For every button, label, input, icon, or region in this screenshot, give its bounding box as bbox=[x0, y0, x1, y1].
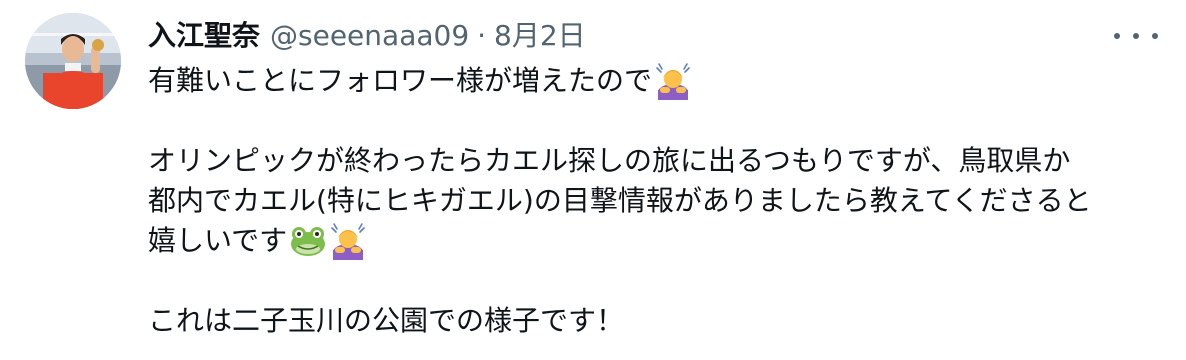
tweet-header: 入江聖奈 @seeenaaa09 · 8月2日 bbox=[148, 16, 586, 56]
tweet-date[interactable]: 8月2日 bbox=[494, 16, 586, 56]
tweet-line: 有難いことにフォロワー様が増えたので bbox=[148, 61, 1168, 101]
author-display-name[interactable]: 入江聖奈 bbox=[148, 16, 260, 56]
tweet-line-text: これは二子玉川の公園での様子です！ bbox=[148, 304, 625, 337]
header-separator: · bbox=[477, 19, 487, 52]
author-handle[interactable]: @seeenaaa09 bbox=[270, 16, 469, 56]
tweet-line: これは二子玉川の公園での様子です！ bbox=[148, 301, 1168, 341]
avatar[interactable] bbox=[25, 13, 121, 109]
more-dot bbox=[1114, 33, 1120, 39]
tweet-line-text: 有難いことにフォロワー様が増えたので bbox=[148, 64, 653, 97]
frog-face-emoji bbox=[289, 222, 327, 260]
tweet-text: 有難いことにフォロワー様が増えたので オリンピックが終わったらカエル探しの旅に出… bbox=[148, 61, 1168, 341]
avatar-photo bbox=[25, 13, 121, 109]
tweet-line: 嬉しいです bbox=[148, 221, 1168, 261]
person-bowing-emoji bbox=[654, 62, 692, 100]
tweet-line-text: 嬉しいです bbox=[148, 224, 288, 257]
tweet-line: オリンピックが終わったらカエル探しの旅に出るつもりですが、鳥取県か bbox=[148, 141, 1168, 181]
more-dot bbox=[1152, 33, 1158, 39]
tweet-line: 都内でカエル(特にヒキガエル)の目撃情報がありましたら教えてくださると bbox=[148, 181, 1168, 221]
more-options-icon[interactable] bbox=[1114, 22, 1158, 50]
person-bowing-emoji bbox=[329, 222, 367, 260]
tweet-card[interactable]: 入江聖奈 @seeenaaa09 · 8月2日 有難いことにフォロワー様が増えた… bbox=[0, 0, 1186, 360]
more-dot bbox=[1133, 33, 1139, 39]
tweet-line-text: 都内でカエル(特にヒキガエル)の目撃情報がありましたら教えてくださると bbox=[148, 184, 1092, 217]
tweet-line-text: オリンピックが終わったらカエル探しの旅に出るつもりですが、鳥取県か bbox=[148, 144, 1071, 177]
